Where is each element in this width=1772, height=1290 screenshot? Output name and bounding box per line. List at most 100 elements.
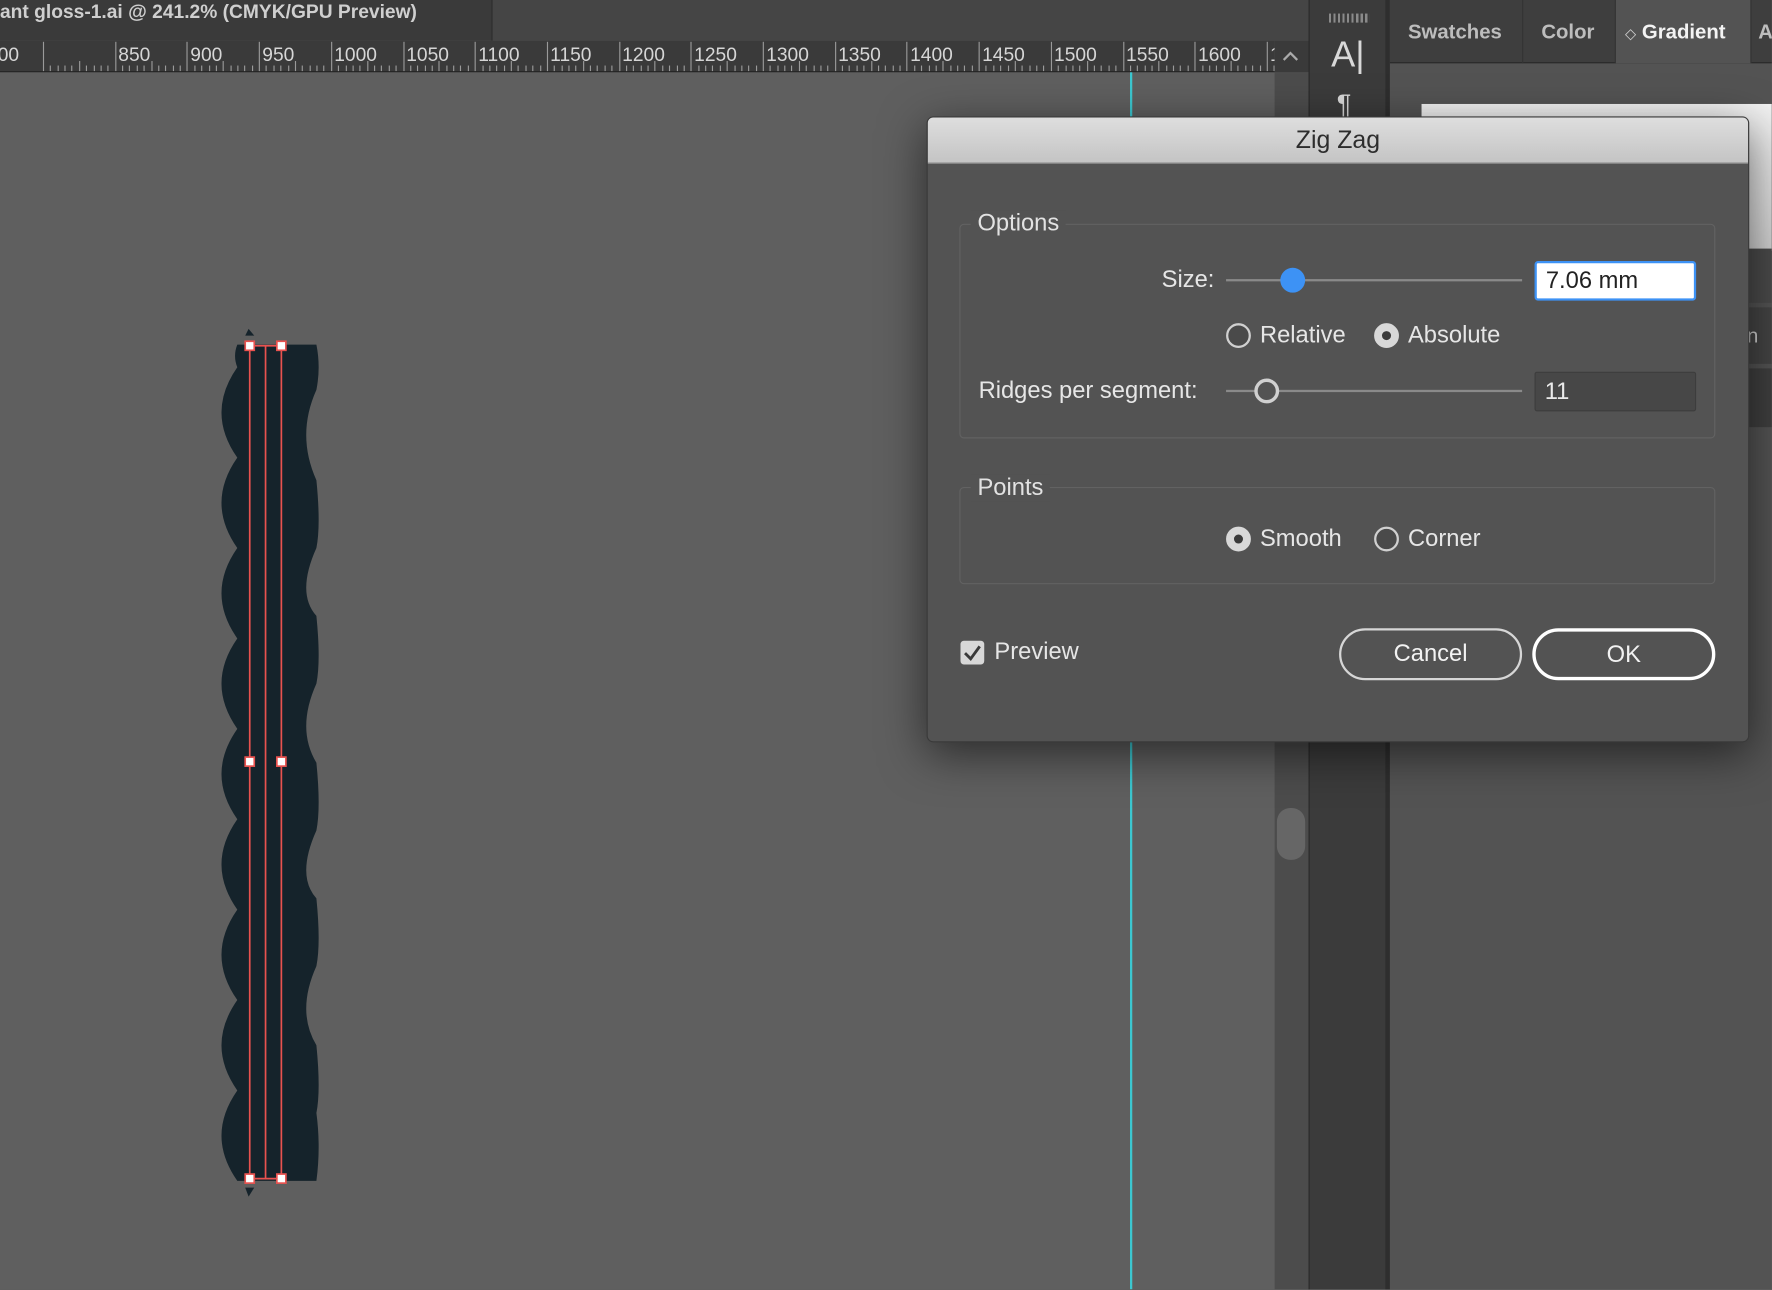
panel-control: n	[1746, 307, 1772, 364]
tab-more[interactable]: A	[1752, 0, 1772, 63]
ruler-minor-tick	[1086, 61, 1088, 72]
ruler-minor-tick	[589, 65, 592, 72]
horizontal-ruler[interactable]: 00 850 900 950 1000 1050 1100 1150 1200 1250 1300 1…	[0, 40, 1275, 73]
ruler-minor-tick	[309, 65, 311, 72]
ruler-minor-tick	[1036, 65, 1038, 72]
ruler-minor-tick	[93, 65, 95, 72]
relative-radio[interactable]	[1226, 323, 1251, 349]
ruler-major-tick	[402, 41, 404, 72]
ruler-label: 850	[118, 44, 151, 66]
ruler-minor-tick	[381, 65, 383, 72]
shape-body	[221, 344, 319, 1181]
ruler-minor-tick	[525, 65, 527, 72]
size-slider-track[interactable]	[1226, 279, 1523, 282]
ruler-label: 1150	[550, 44, 592, 66]
size-input[interactable]	[1534, 261, 1697, 301]
tab-color[interactable]: Color	[1523, 0, 1616, 64]
ruler-minor-tick	[539, 65, 541, 72]
ruler-major-tick	[114, 41, 117, 72]
ruler-minor-tick	[496, 65, 498, 72]
checkmark-icon	[964, 645, 981, 661]
ruler-minor-tick	[712, 65, 714, 72]
ruler-minor-tick	[625, 65, 628, 72]
ruler-minor-tick	[395, 65, 397, 72]
tab-label: A	[1758, 20, 1772, 43]
anchor-point[interactable]	[276, 756, 287, 767]
preview-checkbox[interactable]	[960, 640, 985, 665]
ruler-minor-tick	[1144, 65, 1146, 72]
document-tab[interactable]: ant gloss-1.ai @ 241.2% (CMYK/GPU Previe…	[0, 0, 493, 41]
ok-button[interactable]: OK	[1532, 628, 1716, 681]
ruler-minor-tick	[1201, 65, 1203, 72]
tab-gradient[interactable]: ◇ Gradient	[1615, 0, 1752, 64]
zigzag-shape[interactable]	[203, 322, 327, 1209]
preview-label[interactable]: Preview	[994, 637, 1078, 666]
ruler-minor-tick	[863, 65, 865, 72]
ruler-minor-tick	[460, 65, 462, 72]
ruler-major-tick	[474, 41, 476, 72]
expand-arrows-icon: ◇	[1624, 24, 1637, 42]
ruler-label: 950	[262, 44, 295, 66]
ruler-minor-tick	[726, 61, 728, 72]
ruler-minor-tick	[71, 65, 73, 72]
ruler-minor-tick	[993, 65, 995, 72]
dialog-titlebar[interactable]: Zig Zag	[927, 117, 1749, 164]
anchor-point[interactable]	[244, 340, 256, 352]
ruler-minor-tick	[604, 65, 606, 72]
corner-label[interactable]: Corner	[1408, 524, 1481, 553]
character-icon[interactable]: A|	[1331, 34, 1376, 79]
anchor-point[interactable]	[244, 756, 256, 767]
ruler-minor-tick	[374, 65, 376, 72]
ruler-minor-tick	[748, 65, 750, 72]
ruler-minor-tick	[222, 61, 225, 72]
tab-bar	[492, 0, 1311, 41]
ruler-minor-tick	[1245, 65, 1247, 72]
smooth-radio[interactable]	[1226, 526, 1251, 552]
ruler-minor-tick	[705, 65, 707, 72]
ruler-minor-tick	[1151, 65, 1153, 72]
scrollbar-thumb[interactable]	[1276, 807, 1306, 860]
ruler-minor-tick	[1065, 65, 1067, 72]
ruler-minor-tick	[769, 65, 772, 72]
ruler-label: 1350	[838, 44, 881, 66]
ruler-minor-tick	[438, 61, 440, 72]
ruler-major-tick	[1122, 41, 1124, 72]
cancel-button[interactable]: Cancel	[1339, 628, 1523, 681]
ruler-minor-tick	[1007, 65, 1009, 72]
ruler-minor-tick	[122, 65, 124, 72]
scroll-up-icon[interactable]	[1279, 45, 1302, 68]
size-slider-thumb[interactable]	[1280, 267, 1306, 293]
relative-label[interactable]: Relative	[1260, 321, 1346, 350]
ruler-minor-tick	[935, 65, 937, 72]
ruler-minor-tick	[1137, 65, 1139, 72]
tab-swatches[interactable]: Swatches	[1390, 0, 1524, 64]
anchor-point[interactable]	[244, 1173, 256, 1184]
ruler-minor-tick	[561, 65, 563, 72]
ridges-slider-thumb[interactable]	[1254, 378, 1280, 404]
ruler-minor-tick	[323, 65, 325, 72]
absolute-radio[interactable]	[1374, 323, 1399, 349]
smooth-label[interactable]: Smooth	[1260, 524, 1342, 553]
anchor-point[interactable]	[276, 1173, 287, 1184]
ruler-minor-tick	[669, 65, 671, 72]
ruler-minor-tick	[172, 65, 174, 72]
ruler-minor-tick	[158, 65, 160, 72]
drag-grip-icon[interactable]	[1328, 13, 1370, 23]
absolute-label[interactable]: Absolute	[1408, 321, 1500, 350]
size-label: Size:	[1161, 266, 1215, 293]
ruler-minor-tick	[215, 65, 217, 72]
corner-radio[interactable]	[1374, 526, 1399, 552]
points-group-label: Points	[970, 474, 1051, 502]
ruler-minor-tick	[870, 61, 872, 72]
ruler-label: 00	[0, 44, 20, 66]
ruler-minor-tick	[798, 61, 800, 72]
ridges-input[interactable]	[1534, 371, 1697, 412]
ruler-minor-tick	[784, 65, 786, 72]
ruler-minor-tick	[50, 65, 52, 72]
ruler-minor-tick	[647, 65, 649, 72]
anchor-point[interactable]	[276, 340, 287, 352]
ruler-major-tick	[546, 41, 548, 72]
ruler-minor-tick	[964, 65, 966, 72]
ruler-minor-tick	[251, 65, 253, 72]
ruler-minor-tick	[453, 65, 455, 72]
